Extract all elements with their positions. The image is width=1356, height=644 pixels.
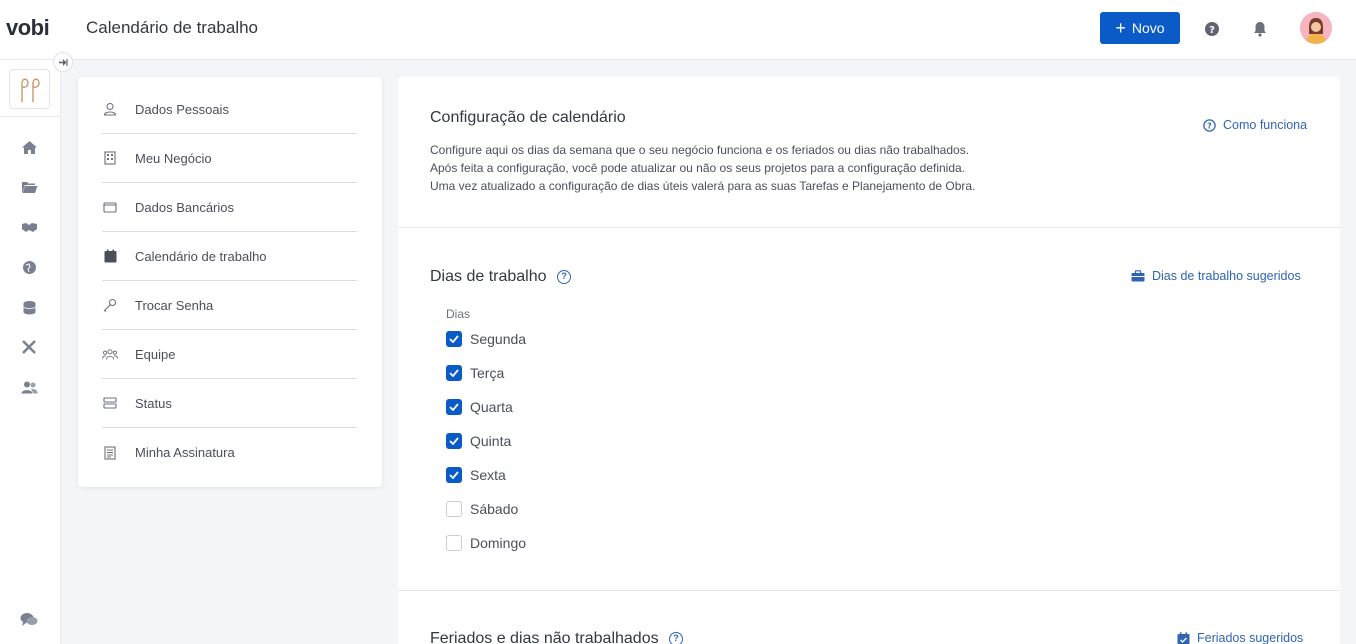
svg-text:?: ? bbox=[1209, 25, 1215, 36]
holidays-title: Feriados e dias não trabalhados bbox=[430, 630, 659, 644]
checkbox-quinta[interactable]: Quinta bbox=[446, 432, 511, 450]
checkbox-terca[interactable]: Terça bbox=[446, 364, 504, 382]
rail-separator bbox=[0, 116, 61, 117]
checkbox-unchecked[interactable] bbox=[446, 501, 462, 517]
suggested-holidays-label: Feriados sugeridos bbox=[1197, 631, 1304, 644]
checkbox-segunda[interactable]: Segunda bbox=[446, 330, 526, 348]
coins-icon[interactable] bbox=[20, 298, 38, 316]
day-label: Sexta bbox=[470, 467, 506, 483]
menu-item-label: Dados Pessoais bbox=[135, 101, 229, 117]
checkbox-domingo[interactable]: Domingo bbox=[446, 534, 526, 552]
bell-icon[interactable] bbox=[1251, 20, 1269, 38]
user-icon bbox=[102, 101, 118, 117]
day-label: Terça bbox=[470, 365, 505, 381]
checkbox-sexta[interactable]: Sexta bbox=[446, 466, 506, 484]
section-divider bbox=[398, 590, 1340, 591]
page-title: Calendário de trabalho bbox=[86, 18, 259, 37]
holidays-heading: Feriados e dias não trabalhados ? bbox=[430, 630, 684, 644]
suggested-holidays-link[interactable]: Feriados sugeridos bbox=[1176, 631, 1303, 644]
tools-icon[interactable] bbox=[20, 338, 38, 356]
day-label: Quinta bbox=[470, 433, 512, 449]
suggested-workdays-label: Dias de trabalho sugeridos bbox=[1152, 269, 1301, 283]
home-icon[interactable] bbox=[20, 138, 38, 156]
menu-item-label: Status bbox=[135, 395, 172, 411]
menu-item-label: Meu Negócio bbox=[135, 150, 212, 166]
users-icon[interactable] bbox=[20, 378, 38, 396]
menu-item-label: Minha Assinatura bbox=[135, 445, 235, 460]
day-label: Segunda bbox=[470, 331, 527, 347]
section-divider bbox=[398, 227, 1340, 228]
menu-item-minha-assinatura[interactable]: Minha Assinatura bbox=[102, 428, 357, 477]
menu-item-equipe[interactable]: Equipe bbox=[102, 330, 357, 379]
building-icon bbox=[102, 150, 118, 166]
workdays-help-icon[interactable]: ? bbox=[556, 269, 571, 284]
company-logo[interactable] bbox=[9, 69, 50, 109]
server-icon bbox=[102, 395, 118, 411]
new-button[interactable]: + Novo bbox=[1100, 12, 1180, 44]
menu-item-status[interactable]: Status bbox=[102, 379, 357, 428]
holidays-help-icon[interactable]: ? bbox=[669, 631, 684, 644]
calendar-config-card: Configuração de calendário ? Como funcio… bbox=[398, 77, 1340, 644]
suggested-workdays-link[interactable]: Dias de trabalho sugeridos bbox=[1131, 269, 1301, 283]
wallet-icon bbox=[102, 199, 118, 215]
plus-icon: + bbox=[1115, 18, 1126, 38]
help-icon[interactable]: ? bbox=[1203, 20, 1221, 38]
handshake-icon[interactable] bbox=[20, 218, 38, 236]
checkbox-checked-icon[interactable] bbox=[446, 399, 462, 415]
how-it-works-label: Como funciona bbox=[1223, 118, 1308, 132]
description-line: Configure aqui os dias da semana que o s… bbox=[430, 143, 970, 157]
day-label: Sábado bbox=[470, 501, 519, 517]
team-icon bbox=[102, 346, 118, 362]
checkbox-checked-icon[interactable] bbox=[446, 467, 462, 483]
top-header: vobi Calendário de trabalho + Novo ? bbox=[0, 0, 1356, 60]
checkbox-unchecked[interactable] bbox=[446, 535, 462, 551]
chat-icon[interactable] bbox=[20, 610, 38, 628]
menu-item-label: Equipe bbox=[135, 346, 176, 362]
menu-item-dados-bancarios[interactable]: Dados Bancários bbox=[102, 183, 357, 232]
workdays-heading: Dias de trabalho ? bbox=[430, 268, 571, 286]
checkbox-checked-icon[interactable] bbox=[446, 331, 462, 347]
checkbox-checked-icon[interactable] bbox=[446, 433, 462, 449]
how-it-works-link[interactable]: ? Como funciona bbox=[1202, 118, 1307, 132]
checkbox-checked-icon[interactable] bbox=[446, 365, 462, 381]
description-line: Uma vez atualizado a configuração de dia… bbox=[430, 179, 976, 193]
menu-item-trocar-senha[interactable]: Trocar Senha bbox=[102, 281, 357, 330]
new-button-label: Novo bbox=[1131, 20, 1165, 36]
menu-item-calendario-de-trabalho[interactable]: Calendário de trabalho bbox=[102, 232, 357, 281]
checkbox-sabado[interactable]: Sábado bbox=[446, 500, 518, 518]
folder-icon[interactable] bbox=[20, 178, 38, 196]
day-label: Quarta bbox=[470, 399, 513, 415]
help-circle-icon: ? bbox=[1202, 118, 1216, 132]
menu-item-dados-pessoais[interactable]: Dados Pessoais bbox=[102, 85, 357, 134]
menu-item-meu-negocio[interactable]: Meu Negócio bbox=[102, 134, 357, 183]
calendar-icon bbox=[102, 248, 118, 264]
days-label: Dias bbox=[446, 307, 471, 321]
menu-item-label: Trocar Senha bbox=[135, 297, 214, 313]
vobi-logo[interactable]: vobi bbox=[6, 15, 50, 41]
calendar-check-icon bbox=[1176, 631, 1190, 644]
config-title: Configuração de calendário bbox=[430, 109, 626, 126]
checkbox-quarta[interactable]: Quarta bbox=[446, 398, 513, 416]
workdays-title: Dias de trabalho bbox=[430, 268, 547, 285]
receipt-icon bbox=[102, 445, 118, 461]
config-description: Configure aqui os dias da semana que o s… bbox=[430, 141, 975, 195]
user-avatar[interactable] bbox=[1300, 12, 1332, 44]
description-line: Após feita a configuração, você pode atu… bbox=[430, 161, 966, 175]
left-rail bbox=[0, 60, 61, 644]
briefcase-icon bbox=[1131, 269, 1145, 283]
settings-menu: Dados Pessoais Meu Negócio Dados Bancári… bbox=[78, 77, 382, 487]
svg-text:?: ? bbox=[1207, 121, 1212, 130]
day-label: Domingo bbox=[470, 535, 527, 551]
menu-item-label: Dados Bancários bbox=[135, 199, 234, 215]
collapse-sidebar-button[interactable] bbox=[53, 52, 73, 72]
globe-icon[interactable] bbox=[20, 258, 38, 276]
menu-item-label: Calendário de trabalho bbox=[135, 248, 267, 264]
key-icon bbox=[102, 297, 118, 313]
